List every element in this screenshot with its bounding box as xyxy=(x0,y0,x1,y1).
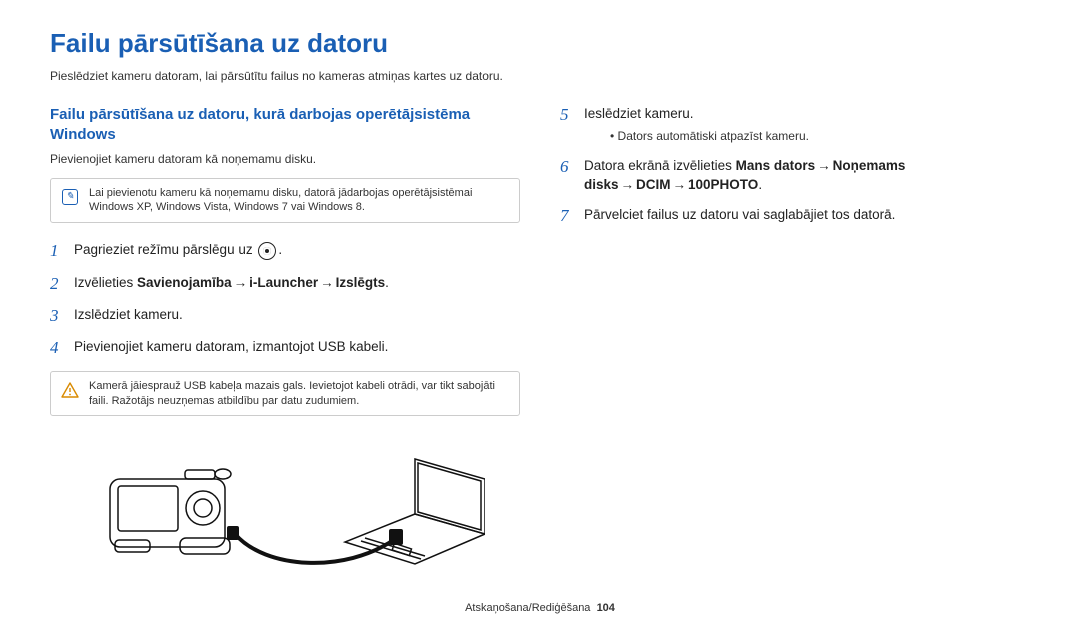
step-text: Pievienojiet kameru datoram, izmantojot … xyxy=(74,338,388,357)
mode-dial-icon xyxy=(258,242,276,260)
step-number: 6 xyxy=(560,157,574,177)
step-text: Pagrieziet režīmu pārslēgu uz . xyxy=(74,241,282,260)
step-number: 7 xyxy=(560,206,574,226)
page-title: Failu pārsūtīšana uz datoru xyxy=(50,28,1030,59)
warning-icon xyxy=(61,381,79,399)
info-note: ✎ Lai pievienotu kameru kā noņemamu disk… xyxy=(50,178,520,224)
step-item: 3 Izslēdziet kameru. xyxy=(50,306,520,326)
step-text: Izslēdziet kameru. xyxy=(74,306,183,325)
step-number: 5 xyxy=(560,105,574,125)
step-item: 6 Datora ekrānā izvēlieties Mans dators→… xyxy=(560,157,1030,195)
content-columns: Failu pārsūtīšana uz datoru, kurā darboj… xyxy=(50,105,1030,574)
step-item: 2 Izvēlieties Savienojamība→i-Launcher→I… xyxy=(50,274,520,294)
step-text: Pārvelciet failus uz datoru vai saglabāj… xyxy=(584,206,895,225)
step-bullet: Dators automātiski atpazīst kameru. xyxy=(610,128,809,145)
steps-list-right: 5 Ieslēdziet kameru. Dators automātiski … xyxy=(560,105,1030,227)
connection-illustration xyxy=(50,434,520,574)
step-item: 7 Pārvelciet failus uz datoru vai saglab… xyxy=(560,206,1030,226)
step-text: Datora ekrānā izvēlieties Mans dators→No… xyxy=(584,157,1030,195)
section-heading: Failu pārsūtīšana uz datoru, kurā darboj… xyxy=(50,105,520,146)
right-column: 5 Ieslēdziet kameru. Dators automātiski … xyxy=(560,105,1030,574)
warning-note: Kamerā jāiesprauž USB kabeļa mazais gals… xyxy=(50,371,520,417)
step-item: 5 Ieslēdziet kameru. Dators automātiski … xyxy=(560,105,1030,145)
left-column: Failu pārsūtīšana uz datoru, kurā darboj… xyxy=(50,105,520,574)
page-number: 104 xyxy=(597,602,615,614)
step-text: Ieslēdziet kameru. Dators automātiski at… xyxy=(584,105,809,145)
step-number: 4 xyxy=(50,338,64,358)
step-item: 4 Pievienojiet kameru datoram, izmantojo… xyxy=(50,338,520,358)
step-text: Izvēlieties Savienojamība→i-Launcher→Izs… xyxy=(74,274,389,293)
intro-text: Pieslēdziet kameru datoram, lai pārsūtīt… xyxy=(50,69,1030,83)
step-number: 1 xyxy=(50,241,64,261)
info-icon: ✎ xyxy=(61,188,79,206)
info-note-text: Lai pievienotu kameru kā noņemamu disku,… xyxy=(89,186,509,216)
step-item: 1 Pagrieziet režīmu pārslēgu uz . xyxy=(50,241,520,261)
steps-list-left: 1 Pagrieziet režīmu pārslēgu uz . 2 Izvē… xyxy=(50,241,520,359)
step-number: 3 xyxy=(50,306,64,326)
section-subtext: Pievienojiet kameru datoram kā noņemamu … xyxy=(50,152,520,166)
footer-section: Atskaņošana/Rediģēšana xyxy=(465,602,590,614)
step-number: 2 xyxy=(50,274,64,294)
warning-note-text: Kamerā jāiesprauž USB kabeļa mazais gals… xyxy=(89,379,509,409)
page-footer: Atskaņošana/Rediģēšana 104 xyxy=(0,602,1080,614)
